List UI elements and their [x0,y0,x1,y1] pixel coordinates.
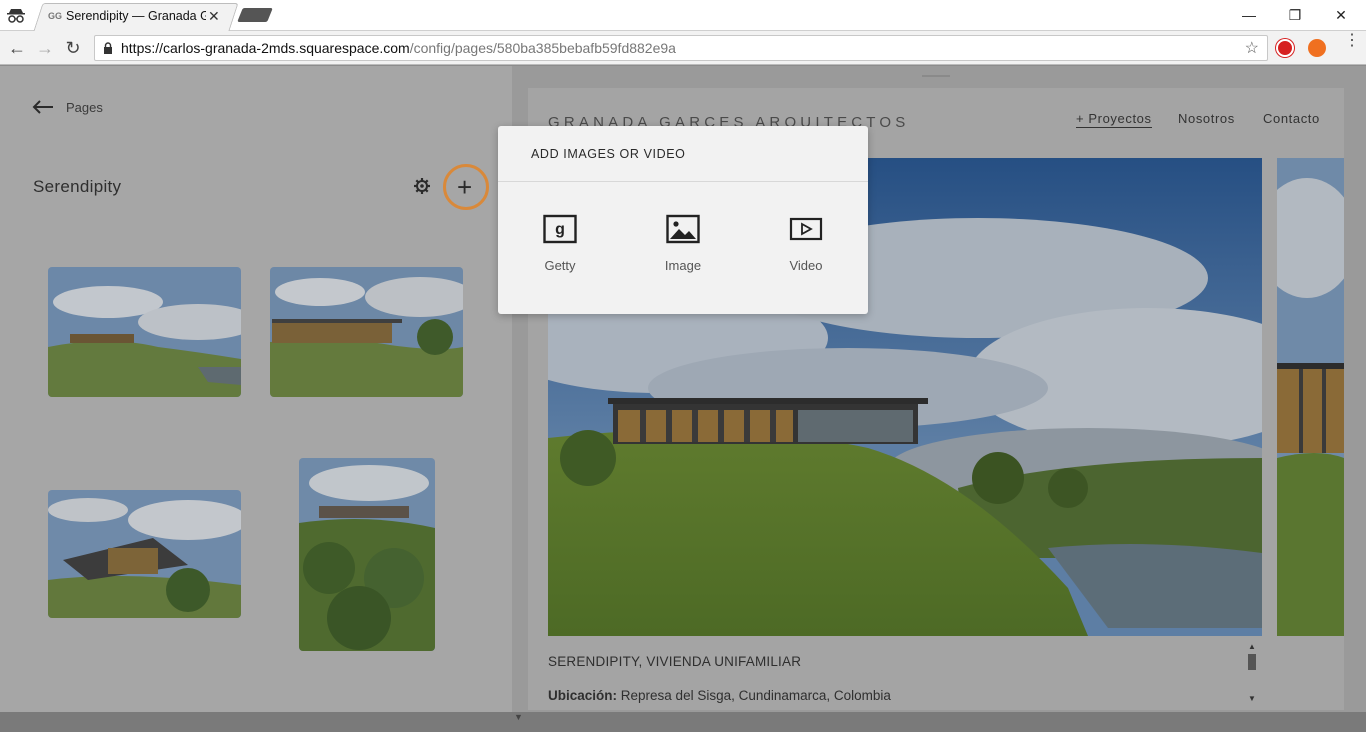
minimize-icon[interactable]: — [1226,4,1272,26]
popup-title: ADD IMAGES OR VIDEO [531,147,686,161]
image-icon [666,214,700,244]
location-label: Ubicación: [548,688,618,703]
bottom-strip [0,712,1366,732]
gallery-thumbnail[interactable] [270,267,463,397]
project-location: Ubicación: Represa del Sisga, Cundinamar… [548,688,891,703]
incognito-icon [7,9,25,23]
tab-close-icon[interactable]: ✕ [208,9,220,23]
gallery-title: Serendipity [33,177,122,196]
svg-text:g: g [555,221,565,238]
back-to-pages-link[interactable]: Pages [32,99,103,115]
browser-menu-icon[interactable]: ⋮ [1344,33,1360,49]
video-icon [789,217,823,241]
settings-gear-icon[interactable] [413,177,431,195]
maximize-icon[interactable]: ❐ [1272,4,1318,26]
lock-icon [104,42,112,54]
scroll-up-icon[interactable]: ▲ [1248,642,1256,651]
reload-icon[interactable]: ↻ [62,37,84,59]
nav-link-proyectos[interactable]: + Proyectos [1076,111,1152,128]
nav-link-nosotros[interactable]: Nosotros [1178,111,1235,126]
getty-icon: g [543,214,577,244]
back-label: Pages [66,99,103,115]
url-path: /config/pages/580ba385bebafb59fd882e9a [409,40,676,56]
add-item-button[interactable]: + [457,174,472,200]
extension-opera-icon[interactable] [1276,39,1294,57]
option-image[interactable]: Image [643,214,723,284]
caption-scrollbar[interactable]: ▲ ▼ [1246,642,1258,708]
url-text: https://carlos-granada-2mds.squarespace.… [121,40,676,56]
scroll-thumb[interactable] [1248,654,1256,670]
gallery-panel: Pages Serendipity + [0,66,512,732]
browser-titlebar: GG Serendipity — Granada G ✕ — ❐ ✕ [0,0,1366,31]
gallery-thumbnail[interactable] [48,490,241,618]
browser-toolbar: ← → ↻ https://carlos-granada-2mds.square… [0,31,1366,65]
back-arrow-icon [32,100,53,114]
collapse-caret-icon[interactable]: ▼ [514,712,523,722]
option-label: Image [664,258,702,273]
gallery-thumbnail[interactable] [299,458,435,651]
project-caption: SERENDIPITY, VIVIENDA UNIFAMILIAR [548,654,802,669]
gallery-thumbnail[interactable] [48,267,241,397]
bookmark-star-icon[interactable]: ☆ [1245,38,1259,58]
tab-title: Serendipity — Granada G [66,9,206,23]
url-host: https://carlos-granada-2mds.squarespace.… [121,40,410,56]
option-video[interactable]: Video [766,214,846,284]
option-label: Getty [544,258,576,273]
option-label: Video [789,258,823,273]
nav-link-contacto[interactable]: Contacto [1263,111,1320,126]
back-nav-icon[interactable]: ← [6,37,28,59]
address-bar[interactable]: https://carlos-granada-2mds.squarespace.… [94,35,1268,61]
add-media-popup: ADD IMAGES OR VIDEO g Getty Image Video [498,126,868,314]
location-value: Represa del Sisga, Cundinamarca, Colombi… [620,688,891,703]
scroll-down-icon[interactable]: ▼ [1248,694,1256,703]
forward-nav-icon[interactable]: → [34,37,56,59]
close-window-icon[interactable]: ✕ [1318,4,1364,26]
hero-image-next [1277,158,1344,636]
browser-tab-content[interactable]: GG Serendipity — Granada G ✕ [48,5,232,27]
new-tab-button[interactable] [237,8,273,22]
popup-divider [498,181,868,182]
option-getty[interactable]: g Getty [520,214,600,284]
drag-handle[interactable] [922,75,950,77]
favicon-icon: GG [48,11,63,21]
extension-fire-icon[interactable] [1308,39,1326,57]
